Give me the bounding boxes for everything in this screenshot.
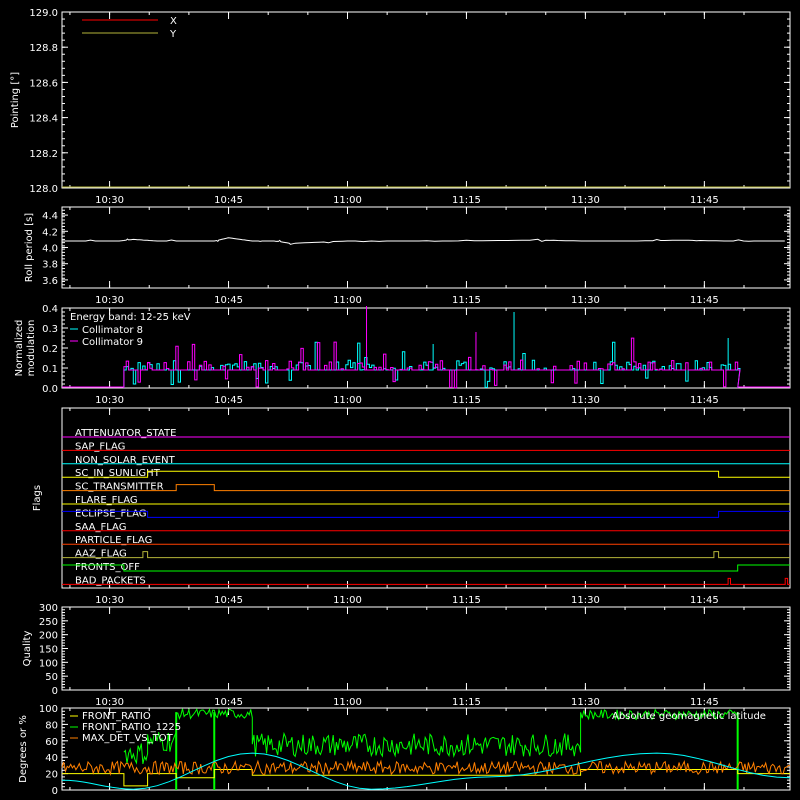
roll-ytick-label: 3.8	[42, 260, 58, 271]
ratios-legend-right-label: Absolute geomagnetic latitude	[612, 711, 766, 722]
pointing-time-tick-label: 10:30	[95, 195, 124, 206]
modulation-ytick-label: 0.2	[42, 344, 58, 355]
ratios-ytick-label: 0	[52, 786, 58, 797]
flags-time-tick-label: 11:30	[571, 595, 600, 606]
quality-ytick-label: 100	[39, 658, 58, 669]
pointing-ytick-label: 128.6	[29, 78, 58, 89]
modulation-time-tick-label: 10:45	[214, 395, 243, 406]
quality-ytick-label: 200	[39, 631, 58, 642]
quality-time-tick-label: 11:30	[571, 697, 600, 708]
pointing-ytick-label: 129.0	[29, 8, 58, 19]
pointing-time-tick-label: 11:00	[333, 195, 362, 206]
modulation-ytick-label: 0.0	[42, 384, 58, 395]
pointing-time-tick-label: 11:45	[690, 195, 719, 206]
modulation-ytick-label: 0.1	[42, 364, 58, 375]
ratios-ytick-label: 40	[45, 753, 58, 764]
modulation-ylabel-line1: Normalized	[14, 320, 25, 377]
ratios-ytick-label: 60	[45, 737, 58, 748]
roll-time-tick-label: 11:15	[452, 295, 481, 306]
ratios-series-geomagnetic-latitude	[61, 752, 791, 790]
ratios-ytick-label: 20	[45, 770, 58, 781]
modulation-series-2	[123, 337, 741, 389]
figure-canvas: 10:30 10:45 11:00 11:15 11:30 11:45 128.0 128.2…	[0, 0, 800, 800]
flag-line	[62, 510, 790, 518]
quality-ylabel: Quality	[22, 631, 33, 667]
quality-ytick-label: 250	[39, 617, 58, 628]
roll-ytick-label: 4.2	[42, 227, 58, 238]
quality-time-tick-label: 10:45	[214, 697, 243, 708]
modulation-ylabel-line2: modulation	[26, 320, 37, 377]
quality-ytick-label: 300	[39, 603, 58, 614]
figure-svg: 10:30 10:45 11:00 11:15 11:30 11:45 128.0 128.2…	[10, 8, 791, 797]
modulation-time-tick-label: 11:45	[690, 395, 719, 406]
quality-time-tick-label: 11:00	[333, 697, 362, 708]
pointing-ytick-label: 128.4	[29, 114, 58, 125]
flag-line	[62, 564, 790, 572]
ratios-ytick-label: 100	[39, 704, 58, 715]
quality-time-tick-label: 10:30	[95, 697, 124, 708]
roll-frame	[61, 206, 791, 289]
roll-ylabel: Roll period [s]	[24, 213, 35, 282]
modulation-legend-label: Collimator 8	[82, 325, 143, 336]
modulation-time-tick-label: 10:30	[95, 395, 124, 406]
roll-time-tick-label: 11:00	[333, 295, 362, 306]
modulation-ytick-label: 0.3	[42, 324, 58, 335]
roll-time-tick-label: 11:45	[690, 295, 719, 306]
flags-time-tick-label: 11:00	[333, 595, 362, 606]
modulation-time-tick-label: 11:30	[571, 395, 600, 406]
flag-line	[62, 577, 790, 585]
ratios-series-max-det-vs-tot	[61, 759, 791, 777]
ratios-ylabel: Degrees or %	[18, 715, 29, 783]
pointing-time-tick-label: 11:30	[571, 195, 600, 206]
pointing-time-tick-label: 11:15	[452, 195, 481, 206]
flags-ylabel: Flags	[32, 485, 43, 511]
flag-line	[62, 551, 790, 559]
quality-time-tick-label: 11:15	[452, 697, 481, 708]
flag-line	[62, 484, 790, 492]
flags-time-tick-label: 11:15	[452, 595, 481, 606]
flags-time-tick-label: 11:45	[690, 595, 719, 606]
roll-ytick-label: 4.0	[42, 244, 58, 255]
quality-ytick-label: 0	[52, 686, 58, 697]
pointing-ylabel: Pointing [°]	[10, 72, 21, 128]
roll-ytick-label: 4.4	[42, 211, 58, 222]
roll-ytick-label: 3.6	[42, 276, 58, 287]
quality-ytick-label: 150	[39, 645, 58, 656]
ratios-legend-label: FRONT_RATIO	[82, 711, 151, 722]
modulation-time-tick-label: 11:15	[452, 395, 481, 406]
flag-label: ECLIPSE_FLAG	[75, 508, 146, 519]
pointing-legend-label: X	[170, 16, 177, 27]
quality-time-tick-label: 11:45	[690, 697, 719, 708]
flag-line	[62, 470, 790, 478]
modulation-time-tick-label: 11:00	[333, 395, 362, 406]
ratios-ytick-label: 80	[45, 720, 58, 731]
pointing-ytick-label: 128.2	[29, 149, 58, 160]
roll-time-tick-label: 11:30	[571, 295, 600, 306]
modulation-ytick-label: 0.4	[42, 304, 58, 315]
ratios-legend-label: MAX_DET_VS_TOT	[82, 733, 174, 744]
pointing-legend-label: Y	[169, 29, 177, 40]
roll-time-tick-label: 10:30	[95, 295, 124, 306]
pointing-ytick-label: 128.8	[29, 43, 58, 54]
quality-ytick-label: 50	[45, 672, 58, 683]
pointing-ytick-label: 128.0	[29, 184, 58, 195]
modulation-annotation: Energy band: 12-25 keV	[70, 312, 191, 323]
modulation-legend-label: Collimator 9	[82, 337, 143, 348]
roll-series	[62, 237, 785, 245]
flags-time-tick-label: 10:30	[95, 595, 124, 606]
ratios-legend-label: FRONT_RATIO_1225	[82, 722, 181, 733]
quality-frame	[61, 606, 791, 691]
roll-time-tick-label: 10:45	[214, 295, 243, 306]
flags-time-tick-label: 10:45	[214, 595, 243, 606]
pointing-time-tick-label: 10:45	[214, 195, 243, 206]
